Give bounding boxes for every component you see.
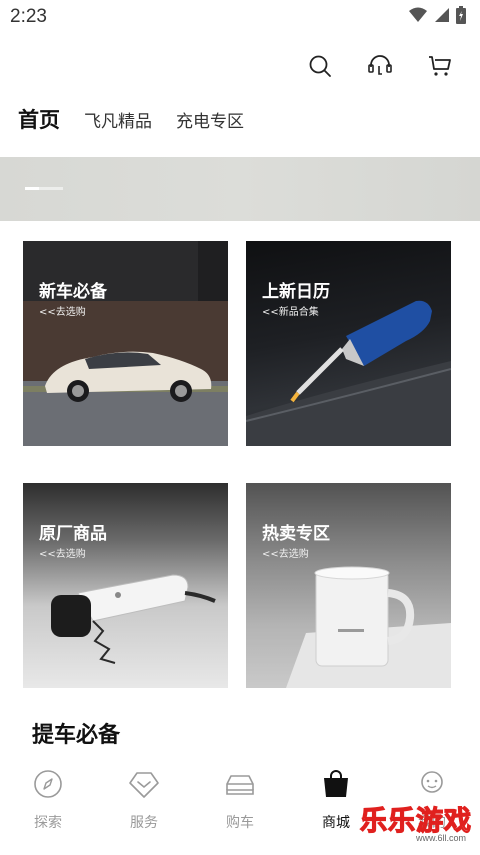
banner-dot: [39, 187, 63, 190]
tab-charging-zone[interactable]: 充电专区: [176, 107, 244, 132]
signal-icon: [434, 7, 450, 27]
card-new-arrivals-calendar[interactable]: 上新日历 <<新品合集: [246, 241, 451, 446]
card-title: 上新日历: [262, 282, 330, 302]
card-subtitle-link[interactable]: <<去选购: [39, 545, 86, 560]
card-title: 新车必备: [39, 282, 107, 302]
cart-icon[interactable]: [426, 52, 454, 80]
customer-service-icon[interactable]: [366, 52, 394, 80]
nav-label: 探索: [34, 815, 62, 831]
car-icon: [224, 768, 256, 800]
nav-label: 服务: [130, 815, 158, 831]
card-subtitle-link[interactable]: <<新品合集: [262, 303, 319, 318]
tab-home[interactable]: 首页: [18, 104, 60, 134]
status-icons: [408, 6, 466, 28]
card-subtitle-link[interactable]: <<去选购: [262, 545, 309, 560]
status-bar: 2:23: [0, 0, 480, 34]
watermark: 乐乐游戏 www.6ll.com: [354, 799, 474, 849]
status-time: 2:23: [10, 6, 47, 27]
promo-banner[interactable]: [0, 157, 480, 221]
wifi-icon: [408, 7, 428, 27]
nav-item-explore[interactable]: 探索: [0, 758, 96, 855]
nav-label: 购车: [226, 815, 254, 831]
card-hot-sale[interactable]: 热卖专区 <<去选购: [246, 483, 451, 688]
banner-indicator: [25, 187, 63, 190]
nav-item-service[interactable]: 服务: [96, 758, 192, 855]
profile-icon: [416, 768, 448, 800]
card-subtitle-link[interactable]: <<去选购: [39, 303, 86, 318]
card-new-car-essentials[interactable]: 新车必备 <<去选购: [23, 241, 228, 446]
card-title: 热卖专区: [262, 524, 330, 544]
shopping-bag-icon: [320, 768, 352, 800]
card-image-vacuum: [246, 300, 451, 446]
card-image-mug: [246, 483, 451, 688]
battery-icon: [456, 6, 466, 28]
card-image-car: [23, 241, 228, 446]
section-title: 提车必备: [32, 723, 121, 748]
banner-dot-active: [25, 187, 39, 190]
watermark-url: www.6ll.com: [415, 833, 466, 843]
top-actions: [306, 52, 454, 80]
nav-label: 商城: [322, 815, 350, 831]
top-tabs: 首页 飞凡精品 充电专区: [18, 104, 244, 134]
nav-item-buy-car[interactable]: 购车: [192, 758, 288, 855]
service-diamond-icon: [128, 768, 160, 800]
card-title: 原厂商品: [39, 524, 107, 544]
compass-icon: [32, 768, 64, 800]
tab-feifan-boutique[interactable]: 飞凡精品: [84, 107, 152, 132]
search-icon[interactable]: [306, 52, 334, 80]
card-oem-products[interactable]: 原厂商品 <<去选购: [23, 483, 228, 688]
card-image-charger: [51, 574, 216, 664]
